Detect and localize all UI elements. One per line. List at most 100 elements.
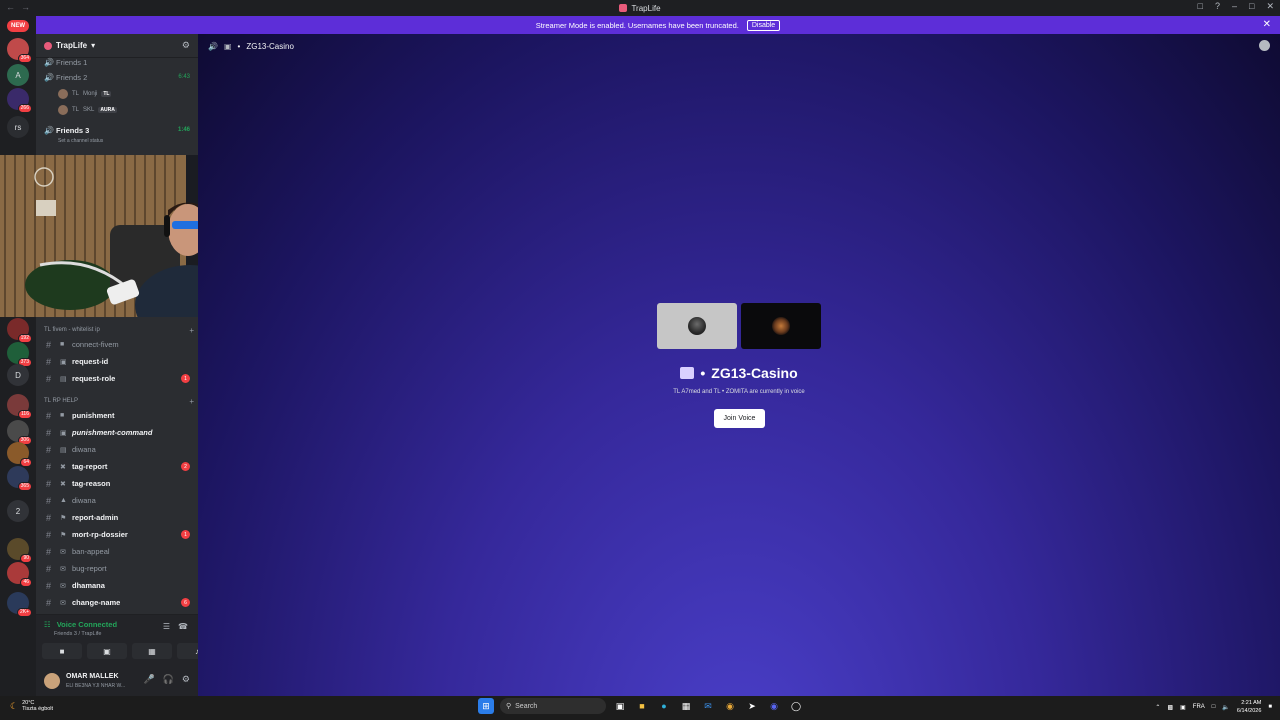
activities-button[interactable]: ▦ [132,643,172,659]
title-bullet: • [700,365,706,381]
camera-off-button[interactable]: ■ [42,643,82,659]
voice-location[interactable]: Friends 3 / TrapLife [54,631,101,637]
server-icon[interactable]: 266 [7,88,32,113]
add-member-icon[interactable]: ⚙ [182,40,190,51]
voice-status[interactable]: ☷ Voice Connected [44,620,117,629]
settings-gear-icon[interactable]: ⚙ [182,674,190,685]
category-whitelist[interactable]: TL fivem - whitelist ip + [44,323,194,337]
new-badge[interactable]: NEW [7,20,29,32]
channel-tag-reason[interactable]: # ✖ tag-reason [36,475,198,492]
taskbar-apps: ⊞ ⚲ Search ▣ ■ ● ▦ ✉ ◉ ➤ ◉ ◯ [478,698,804,714]
server-icon[interactable]: rs [7,116,29,138]
channel-diwana[interactable]: # ▲ diwana [36,492,198,509]
server-icon[interactable]: 90 [7,538,32,563]
channel-punishment-command[interactable]: # ▣ punishment-command [36,424,198,441]
inbox-icon[interactable]: □ [1198,1,1203,12]
disconnect-icon[interactable]: ☎ [178,622,188,631]
window-controls: □ ? – □ ✕ [1198,1,1274,12]
clock[interactable]: 2:21 AM 6/14/2026 [1237,699,1261,715]
channel-emoji-icon: ■ [60,341,65,348]
server-icon[interactable]: 373 [7,342,32,367]
display-icon[interactable]: □ [1212,704,1216,710]
channel-bug-report[interactable]: # ✉ bug-report [36,560,198,577]
voice-channel-friends-2[interactable]: 🔊 Friends 2 6:43 [36,70,198,84]
noise-suppression-icon[interactable]: ☰ [163,622,170,631]
server-icon[interactable]: D [7,364,29,386]
chat-bubble-icon[interactable] [1259,40,1270,51]
close-window-icon[interactable]: ✕ [1266,1,1274,12]
add-channel-icon[interactable]: + [189,326,194,335]
microphone-icon[interactable]: 🎤 [143,674,154,685]
server-icon[interactable]: 2K+ [7,592,32,617]
steam-icon[interactable]: ➤ [744,698,760,714]
channel-tag-report[interactable]: # ✖ tag-report 2 [36,458,198,475]
channel-mort-rp-dossier[interactable]: # ⚑ mort-rp-dossier 1 [36,526,198,543]
nav-arrows-icon[interactable]: ←→ [6,2,36,12]
file-explorer-icon[interactable]: ■ [634,698,650,714]
channel-emoji-icon: ✖ [60,480,66,488]
minimize-icon[interactable]: – [1232,1,1237,12]
server-icon[interactable]: 306 [7,420,32,445]
language-indicator[interactable]: FRA [1193,704,1205,710]
chrome-icon[interactable]: ◉ [722,698,738,714]
clock-time: 2:21 AM [1241,700,1262,706]
channel-report-admin[interactable]: # ⚑ report-admin [36,509,198,526]
server-icon[interactable]: 116 [7,394,32,419]
store-icon[interactable]: ▦ [678,698,694,714]
weather-widget[interactable]: ☾ 20°C Tiszta égbolt [10,700,53,712]
tray-app-icon[interactable]: ▣ [1180,704,1186,711]
edge-icon[interactable]: ● [656,698,672,714]
server-icon[interactable]: 64 [7,442,32,467]
channel-connect-fivem[interactable]: # ■ connect-fivem [36,336,198,353]
screen-share-button[interactable]: ▣ [87,643,127,659]
channel-change-name[interactable]: # ✉ change-name 6 [36,594,198,611]
task-view-icon[interactable]: ▣ [612,698,628,714]
voice-channel-friends-1[interactable]: 🔊 Friends 1 [36,55,198,69]
chevron-up-icon[interactable]: ⌃ [1155,704,1160,711]
channel-status[interactable]: Set a channel status [58,134,103,148]
category-rp-help[interactable]: TL RP HELP + [44,394,194,408]
channel-ban-appeal[interactable]: # ✉ ban-appeal [36,543,198,560]
volume-icon[interactable]: 🔈 [1222,704,1229,711]
channel-dhamana[interactable]: # ✉ dhamana [36,577,198,594]
channel-request-role[interactable]: # ▤ request-role 1 [36,370,198,387]
add-channel-icon[interactable]: + [189,397,194,406]
network-icon[interactable]: ▩ [1167,704,1173,711]
maximize-icon[interactable]: □ [1249,1,1254,12]
disable-streamer-mode-button[interactable]: Disable [746,19,781,31]
help-icon[interactable]: ? [1215,1,1220,12]
server-icon[interactable]: 365 [7,466,32,491]
server-icon[interactable]: 192 [7,318,32,343]
taskbar-search[interactable]: ⚲ Search [500,698,606,714]
speaker-icon: 🔊 [208,41,218,51]
join-voice-button[interactable]: Join Voice [714,409,765,428]
voice-actions: ☰ ☎ [163,622,188,631]
channel-punishment[interactable]: # ■ punishment [36,407,198,424]
participant-tile[interactable] [657,303,737,349]
server-icon[interactable]: 2 [7,500,29,522]
server-icon[interactable]: 364 [7,38,32,63]
obs-icon[interactable]: ◯ [788,698,804,714]
mail-icon[interactable]: ✉ [700,698,716,714]
hash-icon: # [46,373,52,384]
server-icon[interactable]: A [7,64,29,86]
hash-icon: # [46,444,52,455]
mention-badge: 46 [20,578,32,587]
notification-icon[interactable]: ■ [1268,704,1272,710]
channel-request-id[interactable]: # ▣ request-id [36,353,198,370]
voice-member[interactable]: TL SKL AURA [58,103,117,117]
start-menu-icon[interactable]: ⊞ [478,698,494,714]
voice-member[interactable]: TL Monji TL [58,87,112,101]
server-label: rs [14,122,22,132]
hash-icon: # [46,512,52,523]
channel-emoji-icon: ⚑ [60,514,67,522]
avatar [58,105,68,115]
close-banner-icon[interactable]: ✕ [1263,19,1271,30]
headphones-icon[interactable]: 🎧 [163,674,174,685]
avatar[interactable] [44,673,60,689]
discord-icon[interactable]: ◉ [766,698,782,714]
hash-icon: # [46,339,52,350]
participant-tile[interactable] [741,303,821,349]
server-icon[interactable]: 46 [7,562,32,587]
channel-diwana[interactable]: # ▤ diwana [36,441,198,458]
